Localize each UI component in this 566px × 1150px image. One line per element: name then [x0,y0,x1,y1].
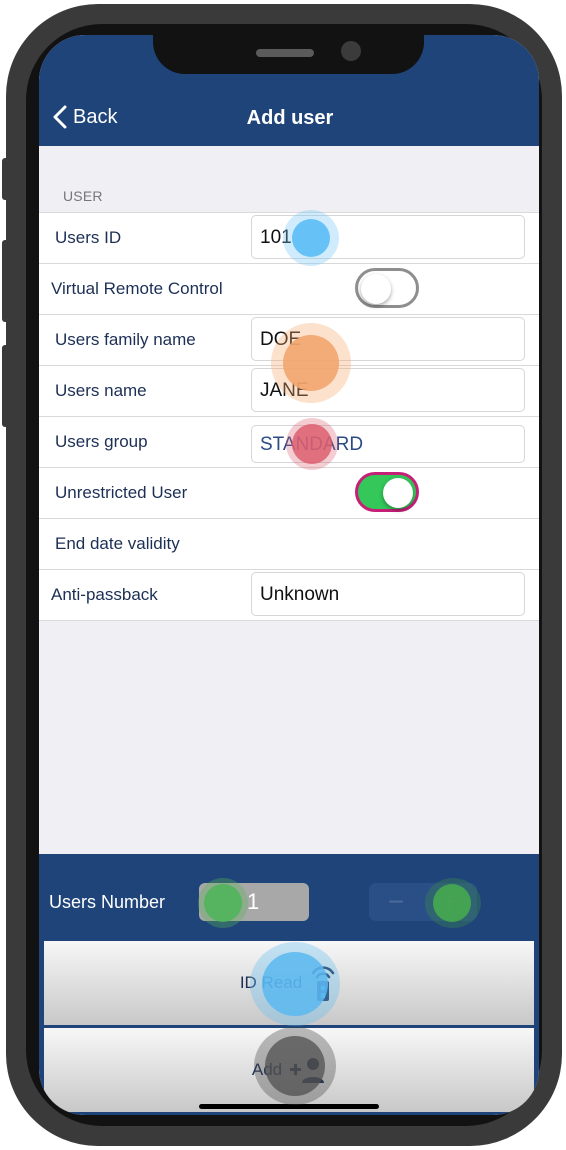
anti-passback-label: Anti-passback [51,585,158,604]
end-date-validity-label: End date validity [55,534,180,553]
anti-passback-select[interactable]: Unknown [251,572,525,616]
row-virtual-remote-control: Virtual Remote Control [39,263,539,314]
silent-switch [2,158,10,200]
touch-indicator [204,884,242,922]
volume-up-button [2,240,10,322]
row-anti-passback: Anti-passback Unknown [39,569,539,621]
row-end-date-validity[interactable]: End date validity [39,518,539,569]
users-number-label: Users Number [49,892,166,912]
notch [153,29,424,74]
chevron-left-icon [53,105,67,129]
touch-indicator [433,884,471,922]
users-family-name-label: Users family name [55,330,196,349]
row-unrestricted-user: Unrestricted User [39,467,539,518]
home-indicator [199,1104,379,1109]
unrestricted-user-label: Unrestricted User [55,483,188,502]
section-header: USER [63,188,103,204]
toggle-knob [361,274,391,304]
volume-down-button [2,345,10,427]
decrement-button[interactable]: − [369,883,423,921]
virtual-remote-control-label: Virtual Remote Control [51,279,223,298]
users-name-label: Users name [55,381,147,400]
touch-indicator [292,424,332,464]
touch-indicator [262,952,328,1016]
back-button[interactable]: Back [53,105,117,129]
touch-indicator [292,219,330,257]
users-id-label: Users ID [55,228,122,247]
unrestricted-user-toggle[interactable] [355,472,419,512]
front-camera [341,41,361,61]
toggle-knob [383,478,413,508]
virtual-remote-control-toggle[interactable] [355,268,419,308]
users-group-label: Users group [55,432,148,451]
speaker [256,49,314,57]
touch-indicator [265,1036,325,1096]
touch-indicator [283,335,339,391]
form-rows: Users ID 101 Virtual Remote Control User… [39,212,539,621]
back-label: Back [73,105,118,128]
